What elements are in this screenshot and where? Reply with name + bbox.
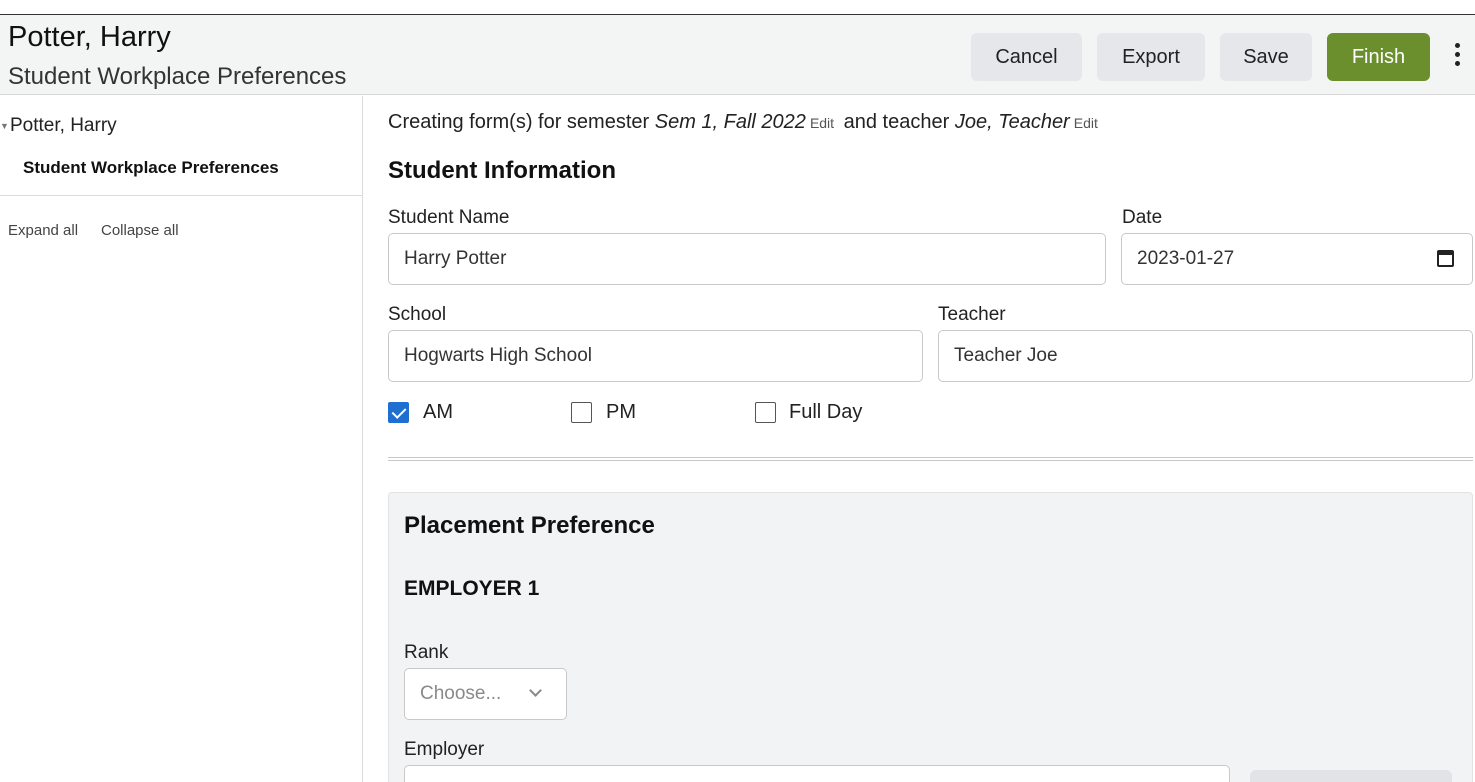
placement-panel: Placement Preference EMPLOYER 1 Rank Cho… (388, 492, 1473, 782)
kebab-menu-icon[interactable] (1448, 43, 1466, 73)
employer-heading: EMPLOYER 1 (404, 577, 540, 600)
page-subtitle: Student Workplace Preferences (8, 63, 347, 90)
am-label: AM (423, 401, 453, 423)
sidebar-divider (0, 195, 362, 196)
rank-label: Rank (404, 642, 449, 663)
teacher-label: Teacher (938, 304, 1006, 325)
rank-placeholder: Choose... (420, 683, 502, 704)
collapse-all-link[interactable]: Collapse all (101, 222, 179, 239)
form-context-line: Creating form(s) for semester Sem 1, Fal… (388, 111, 1102, 134)
intro-prefix: Creating form(s) for semester (388, 111, 650, 133)
student-name-label: Student Name (388, 207, 510, 228)
pm-checkbox[interactable] (571, 402, 592, 423)
edit-teacher-link[interactable]: Edit (1074, 115, 1098, 131)
cancel-button[interactable]: Cancel (971, 33, 1082, 81)
caret-down-icon[interactable]: ▼ (0, 121, 9, 131)
section-divider (388, 457, 1473, 461)
page-title: Potter, Harry (8, 21, 171, 53)
intro-middle: and teacher (843, 111, 950, 133)
expand-all-link[interactable]: Expand all (8, 222, 78, 239)
date-value: 2023-01-27 (1137, 248, 1235, 269)
finish-button[interactable]: Finish (1327, 33, 1430, 81)
employer-label: Employer (404, 739, 485, 760)
school-field[interactable]: Hogwarts High School (388, 330, 923, 382)
student-info-heading: Student Information (388, 157, 616, 184)
chevron-down-icon (529, 684, 542, 697)
school-label: School (388, 304, 447, 325)
student-name-field[interactable]: Harry Potter (388, 233, 1106, 285)
teacher-value: Joe, Teacher (954, 111, 1070, 133)
semester-value: Sem 1, Fall 2022 (654, 111, 806, 133)
edit-semester-link[interactable]: Edit (810, 115, 834, 131)
am-checkbox[interactable] (388, 402, 409, 423)
tree-item-form[interactable]: Student Workplace Preferences (23, 158, 279, 178)
export-button[interactable]: Export (1097, 33, 1205, 81)
date-label: Date (1122, 207, 1163, 228)
date-field[interactable]: 2023-01-27 (1121, 233, 1473, 285)
pm-label: PM (606, 401, 636, 423)
full-day-label: Full Day (789, 401, 863, 423)
calendar-icon[interactable] (1437, 250, 1454, 267)
teacher-field[interactable]: Teacher Joe (938, 330, 1473, 382)
sidebar: ▼ Potter, Harry Student Workplace Prefer… (0, 96, 363, 782)
full-day-checkbox[interactable] (755, 402, 776, 423)
save-button[interactable]: Save (1220, 33, 1312, 81)
page-header: Potter, Harry Student Workplace Preferen… (0, 15, 1475, 95)
rank-select[interactable]: Choose... (404, 668, 567, 720)
tree-item-student[interactable]: Potter, Harry (10, 115, 117, 137)
employer-field[interactable] (404, 765, 1230, 782)
main-content: Creating form(s) for semester Sem 1, Fal… (388, 96, 1475, 782)
placement-heading: Placement Preference (404, 512, 655, 539)
employer-action-button[interactable] (1250, 770, 1452, 782)
